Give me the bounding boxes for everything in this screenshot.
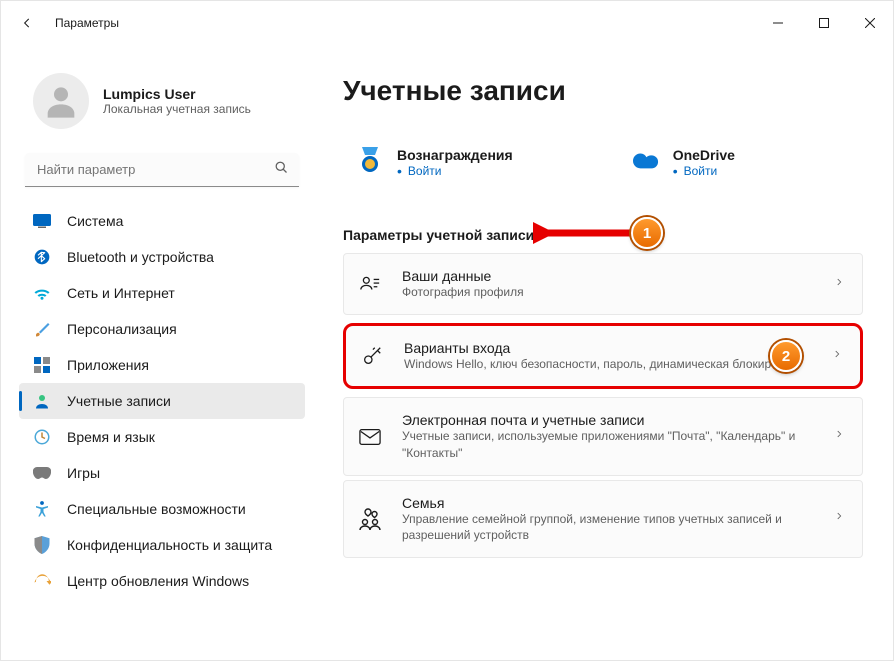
sidebar-item-label: Персонализация bbox=[67, 321, 177, 337]
sidebar-item-apps[interactable]: Приложения bbox=[19, 347, 305, 383]
search-icon bbox=[274, 160, 289, 180]
gamepad-icon bbox=[33, 464, 51, 482]
sidebar-item-privacy[interactable]: Конфиденциальность и защита bbox=[19, 527, 305, 563]
sidebar-item-label: Центр обновления Windows bbox=[67, 573, 249, 589]
profile-name: Lumpics User bbox=[103, 86, 251, 102]
window-controls bbox=[755, 7, 893, 39]
window-title: Параметры bbox=[55, 16, 119, 30]
onedrive-icon bbox=[633, 147, 659, 173]
section-head: Параметры учетной записи bbox=[343, 227, 863, 243]
maximize-button[interactable] bbox=[801, 7, 847, 39]
chevron-right-icon bbox=[832, 347, 842, 366]
sidebar-item-label: Игры bbox=[67, 465, 100, 481]
wifi-icon bbox=[33, 284, 51, 302]
chevron-right-icon bbox=[834, 275, 844, 294]
sidebar-item-label: Время и язык bbox=[67, 429, 155, 445]
back-button[interactable] bbox=[19, 15, 35, 31]
globe-time-icon bbox=[33, 428, 51, 446]
card-sub: Управление семейной группой, изменение т… bbox=[402, 511, 814, 543]
card-title: Варианты входа bbox=[404, 340, 812, 356]
sidebar-item-label: Приложения bbox=[67, 357, 149, 373]
top-links: Вознаграждения Войти OneDrive Войти bbox=[343, 147, 863, 179]
key-icon bbox=[360, 344, 384, 368]
card-your-info[interactable]: Ваши данные Фотография профиля bbox=[343, 253, 863, 315]
profile-sub: Локальная учетная запись bbox=[103, 102, 251, 116]
sidebar-item-label: Bluetooth и устройства bbox=[67, 249, 214, 265]
sidebar-item-label: Специальные возможности bbox=[67, 501, 246, 517]
bluetooth-icon bbox=[33, 248, 51, 266]
main-panel: Учетные записи Вознаграждения Войти OneD… bbox=[313, 45, 893, 660]
sidebar-item-network[interactable]: Сеть и Интернет bbox=[19, 275, 305, 311]
sidebar: Lumpics User Локальная учетная запись Си… bbox=[1, 45, 313, 660]
person-icon bbox=[33, 392, 51, 410]
card-title: Ваши данные bbox=[402, 268, 814, 284]
avatar bbox=[33, 73, 89, 129]
settings-cards: Ваши данные Фотография профиля Варианты … bbox=[343, 253, 863, 558]
card-sub: Windows Hello, ключ безопасности, пароль… bbox=[404, 356, 812, 372]
sidebar-nav: Система Bluetooth и устройства Сеть и Ин… bbox=[19, 203, 305, 599]
card-sub: Учетные записи, используемые приложениям… bbox=[402, 428, 814, 460]
shield-icon bbox=[33, 536, 51, 554]
accessibility-icon bbox=[33, 500, 51, 518]
onedrive-title: OneDrive bbox=[673, 147, 735, 163]
family-icon bbox=[358, 507, 382, 531]
card-email-accounts[interactable]: Электронная почта и учетные записи Учетн… bbox=[343, 397, 863, 475]
sidebar-item-bluetooth[interactable]: Bluetooth и устройства bbox=[19, 239, 305, 275]
sidebar-item-personalization[interactable]: Персонализация bbox=[19, 311, 305, 347]
sidebar-item-time-language[interactable]: Время и язык bbox=[19, 419, 305, 455]
onedrive-link[interactable]: OneDrive Войти bbox=[633, 147, 735, 179]
sidebar-item-label: Система bbox=[67, 213, 123, 229]
card-title: Электронная почта и учетные записи bbox=[402, 412, 814, 428]
system-icon bbox=[33, 212, 51, 230]
chevron-right-icon bbox=[834, 427, 844, 446]
rewards-icon bbox=[357, 147, 383, 173]
chevron-right-icon bbox=[834, 509, 844, 528]
sidebar-item-accessibility[interactable]: Специальные возможности bbox=[19, 491, 305, 527]
update-icon bbox=[33, 572, 51, 590]
profile-block[interactable]: Lumpics User Локальная учетная запись bbox=[19, 63, 305, 147]
titlebar: Параметры bbox=[1, 1, 893, 45]
onedrive-action: Войти bbox=[673, 163, 735, 179]
sidebar-item-system[interactable]: Система bbox=[19, 203, 305, 239]
sidebar-item-gaming[interactable]: Игры bbox=[19, 455, 305, 491]
rewards-title: Вознаграждения bbox=[397, 147, 513, 163]
rewards-action: Войти bbox=[397, 163, 513, 179]
page-title: Учетные записи bbox=[343, 75, 863, 107]
mail-icon bbox=[358, 425, 382, 449]
minimize-button[interactable] bbox=[755, 7, 801, 39]
rewards-link[interactable]: Вознаграждения Войти bbox=[357, 147, 513, 179]
card-sub: Фотография профиля bbox=[402, 284, 814, 300]
search-input[interactable] bbox=[25, 153, 299, 187]
your-info-icon bbox=[358, 272, 382, 296]
card-title: Семья bbox=[402, 495, 814, 511]
sidebar-item-label: Сеть и Интернет bbox=[67, 285, 175, 301]
brush-icon bbox=[33, 320, 51, 338]
search-box bbox=[25, 153, 299, 187]
card-family[interactable]: Семья Управление семейной группой, измен… bbox=[343, 480, 863, 558]
apps-icon bbox=[33, 356, 51, 374]
sidebar-item-label: Учетные записи bbox=[67, 393, 171, 409]
close-button[interactable] bbox=[847, 7, 893, 39]
sidebar-item-label: Конфиденциальность и защита bbox=[67, 537, 272, 553]
card-signin-options[interactable]: Варианты входа Windows Hello, ключ безоп… bbox=[343, 323, 863, 389]
sidebar-item-accounts[interactable]: Учетные записи bbox=[19, 383, 305, 419]
sidebar-item-windows-update[interactable]: Центр обновления Windows bbox=[19, 563, 305, 599]
